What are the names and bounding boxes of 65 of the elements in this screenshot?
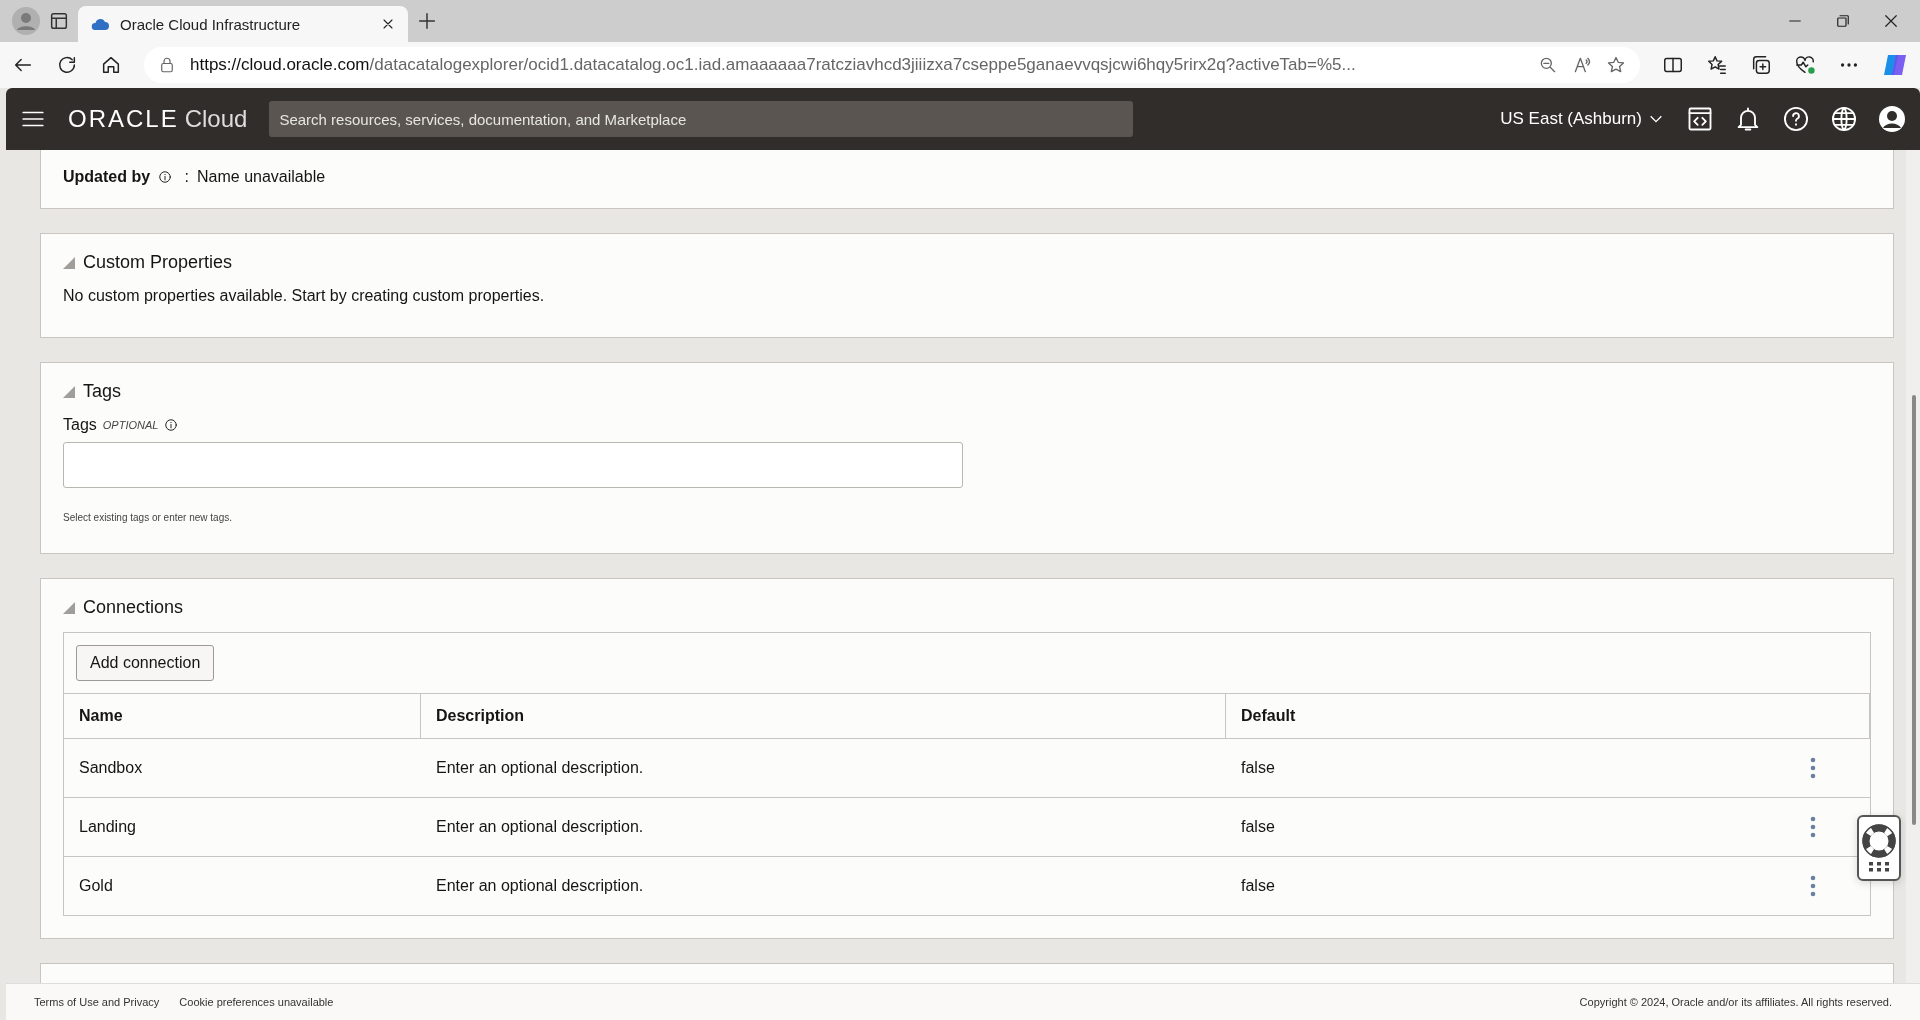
favorites-icon[interactable] [1706, 54, 1728, 76]
table-cell-text: Enter an optional description. [435, 759, 645, 777]
collapse-triangle-icon[interactable] [63, 256, 75, 269]
code-editor-icon[interactable] [1686, 105, 1714, 133]
table-cell-text: false [1240, 759, 1276, 777]
lifebuoy-icon[interactable] [1862, 824, 1896, 858]
more-actions-icon[interactable] [1810, 815, 1816, 839]
column-header[interactable]: Default [1226, 694, 1810, 738]
tags-field[interactable] [63, 442, 963, 488]
footer-link[interactable]: Cookie preferences unavailable [179, 996, 334, 1008]
browser-tab[interactable]: Oracle Cloud Infrastructure [78, 6, 408, 42]
section-title: Tags [83, 381, 122, 402]
search-field[interactable]: Search resources, services, documentation, and Marketplace [269, 101, 1134, 137]
read-aloud-icon[interactable] [1572, 55, 1592, 75]
info-icon[interactable] [158, 170, 173, 184]
address-bar[interactable]: https://cloud.oracle.com/datacatalogexplorer/ocid1.datacatalog.oc1.iad.amaaaaaa7ratcziavhcd3jiiizxa7cseppe5ganaevvqsjcwi6hqy5rirx2q?activeTab=%5... [144, 47, 1640, 83]
region-selector[interactable]: US East (Ashburn) [1500, 109, 1664, 129]
help-icon[interactable] [1782, 105, 1810, 133]
close-icon[interactable] [1882, 12, 1900, 30]
heart-pulse-icon[interactable] [1794, 54, 1816, 76]
optional-label: OPTIONAL [102, 419, 159, 431]
table-cell-text: Enter an optional description. [435, 818, 645, 836]
info-icon[interactable] [164, 418, 179, 432]
table-cell-text: Enter an optional description. [435, 877, 645, 895]
restore-icon[interactable] [1834, 12, 1852, 30]
collapse-triangle-icon[interactable] [63, 601, 75, 614]
section-title: Custom Properties [83, 252, 233, 273]
separator: : [183, 168, 190, 186]
collections-icon[interactable] [1750, 54, 1772, 76]
column-header[interactable]: Description [421, 694, 1226, 738]
lock-icon[interactable] [158, 56, 176, 74]
oracle-logo[interactable]: ORACLE [68, 105, 179, 133]
field-label: Tags [63, 416, 97, 434]
star-icon[interactable] [1606, 55, 1626, 75]
table-cell-text: false [1240, 877, 1276, 895]
scrollbar[interactable] [1906, 150, 1920, 983]
help-text: Select existing tags or enter new tags. [63, 512, 233, 525]
tab-actions-icon[interactable] [48, 10, 70, 32]
section-title: Connections [83, 597, 184, 618]
new-tab-icon[interactable] [416, 10, 438, 32]
column-header[interactable]: Name [64, 694, 421, 738]
refresh-icon[interactable] [56, 54, 78, 76]
cloud-icon [90, 17, 110, 31]
home-icon[interactable] [100, 54, 122, 76]
copilot-icon[interactable] [1882, 52, 1908, 78]
zoom-out-icon[interactable] [1538, 55, 1558, 75]
copyright-text: Copyright © 2024, Oracle and/or its affiliates. All rights reserved. [1579, 996, 1892, 1008]
more-actions-icon[interactable] [1810, 874, 1816, 898]
table-cell-text: Gold [78, 877, 114, 895]
support-widget[interactable] [1857, 815, 1901, 881]
add-connection-button[interactable]: Add connection [76, 645, 215, 681]
globe-icon[interactable] [1830, 105, 1858, 133]
more-actions-icon[interactable] [1810, 756, 1816, 780]
table-cell-text: false [1240, 818, 1276, 836]
product-name: Cloud [184, 105, 248, 133]
table-cell-text: Landing [78, 818, 137, 836]
collapse-triangle-icon[interactable] [63, 385, 75, 398]
footer-link[interactable]: Terms of Use and Privacy [34, 996, 160, 1008]
field-label: Updated by [63, 168, 151, 186]
empty-message: No custom properties available. Start by creating custom properties. [63, 287, 546, 306]
profile-icon[interactable] [1878, 105, 1906, 133]
grid-icon[interactable] [1868, 862, 1890, 872]
field-value: Name unavailable [197, 168, 326, 186]
profile-avatar-icon[interactable] [12, 7, 40, 35]
table-cell-text: Sandbox [78, 759, 144, 777]
